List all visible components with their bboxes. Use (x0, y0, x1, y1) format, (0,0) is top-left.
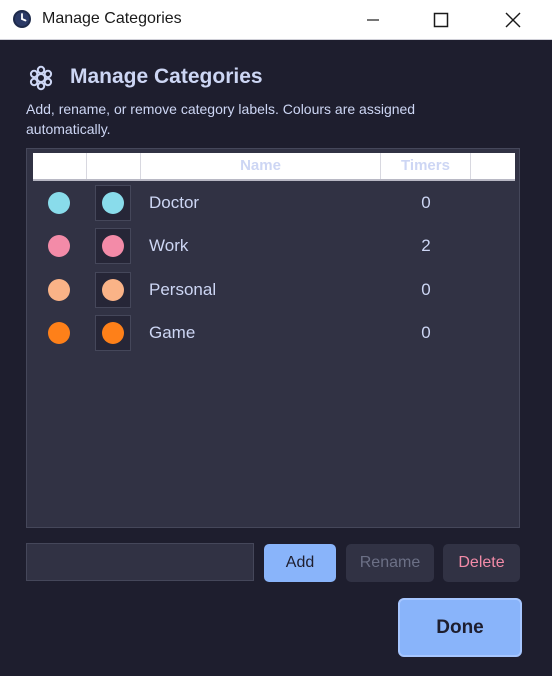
delete-button[interactable]: Delete (443, 544, 520, 582)
category-color-dot (48, 279, 70, 301)
category-color-swatch (102, 322, 124, 344)
category-name-input[interactable] (26, 543, 254, 581)
category-color-swatch (102, 279, 124, 301)
category-name: Work (149, 236, 189, 255)
category-color-dot (48, 192, 70, 214)
column-header-extra[interactable] (471, 153, 515, 179)
close-icon (505, 12, 521, 28)
add-button[interactable]: Add (264, 544, 336, 582)
categories-table[interactable]: Name Timers Doctor 0 Work 2 Personal 0 G… (26, 148, 520, 528)
maximize-button[interactable] (418, 0, 464, 40)
table-row[interactable]: Game 0 (33, 313, 515, 353)
category-timer-count: 2 (421, 236, 431, 255)
table-header: Name Timers (33, 153, 515, 181)
color-swatch-button[interactable] (95, 185, 131, 221)
color-swatch-button[interactable] (95, 272, 131, 308)
close-button[interactable] (490, 0, 536, 40)
category-timer-count: 0 (421, 280, 431, 299)
minimize-icon (367, 19, 379, 21)
gear-icon (29, 65, 53, 91)
rename-button[interactable]: Rename (346, 544, 434, 582)
done-button[interactable]: Done (398, 598, 522, 657)
page-description: Add, rename, or remove category labels. … (26, 101, 416, 137)
column-header-color[interactable] (33, 153, 87, 179)
table-row[interactable]: Work 2 (33, 226, 515, 266)
category-color-dot (48, 322, 70, 344)
category-name: Game (149, 323, 196, 342)
title-bar[interactable]: Manage Categories (0, 0, 552, 40)
category-name: Doctor (149, 193, 200, 212)
manage-categories-window: Manage Categories Manage Categories Add,… (0, 0, 552, 676)
category-color-swatch (102, 235, 124, 257)
category-name: Personal (149, 280, 217, 299)
category-color-swatch (102, 192, 124, 214)
table-row[interactable]: Doctor 0 (33, 183, 515, 223)
table-row[interactable]: Personal 0 (33, 270, 515, 310)
page-title: Manage Categories (70, 65, 263, 88)
category-color-dot (48, 235, 70, 257)
color-swatch-button[interactable] (95, 228, 131, 264)
category-timer-count: 0 (421, 193, 431, 212)
minimize-button[interactable] (350, 0, 396, 40)
maximize-icon (433, 12, 449, 28)
column-header-name[interactable]: Name (141, 153, 381, 179)
window-title: Manage Categories (42, 10, 182, 27)
column-header-swatch[interactable] (87, 153, 141, 179)
column-header-timers[interactable]: Timers (381, 153, 471, 179)
category-timer-count: 0 (421, 323, 431, 342)
clock-icon (13, 10, 31, 28)
color-swatch-button[interactable] (95, 315, 131, 351)
